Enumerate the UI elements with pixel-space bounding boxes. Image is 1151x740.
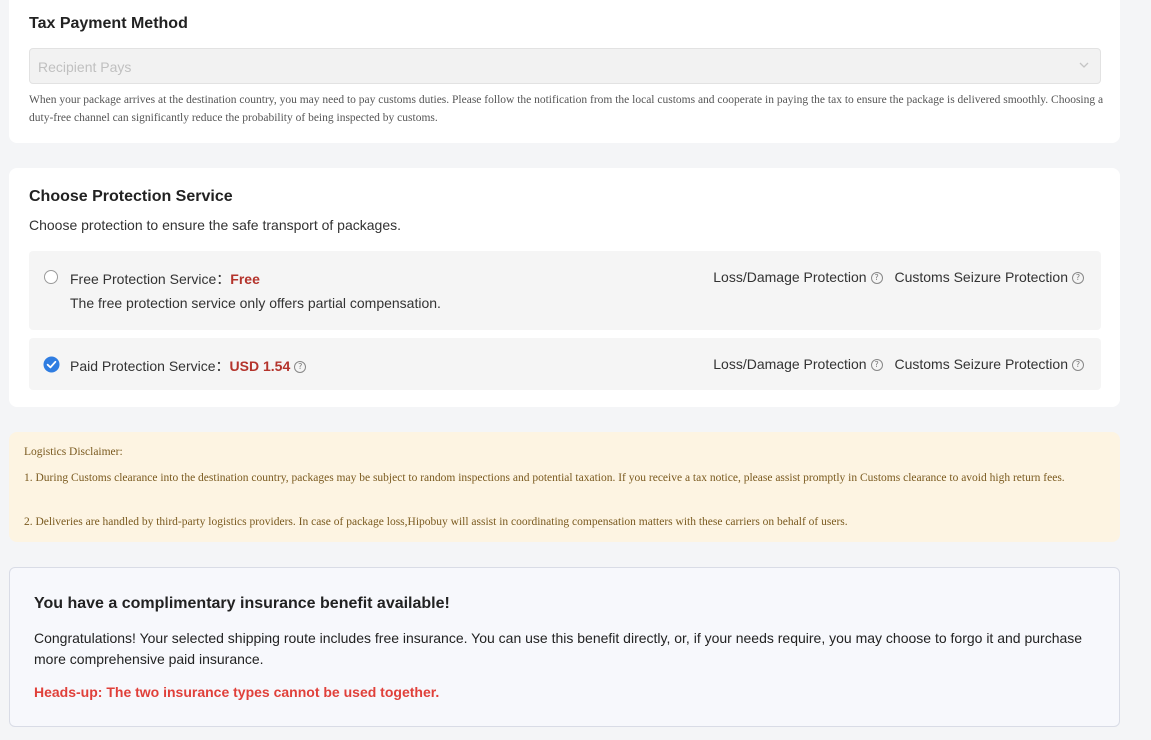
free-protection-radio[interactable]: [44, 270, 58, 284]
tax-payment-note: When your package arrives at the destina…: [29, 94, 1104, 124]
chevron-down-icon: [1079, 62, 1089, 68]
free-protection-description: The free protection service only offers …: [70, 295, 441, 311]
feature-customs-seizure-label: Customs Seizure Protection: [894, 356, 1068, 372]
free-protection-features: Loss/Damage Protection? Customs Seizure …: [713, 269, 1084, 285]
insurance-body: Congratulations! Your selected shipping …: [34, 630, 1083, 667]
feature-customs-seizure-label: Customs Seizure Protection: [894, 269, 1068, 285]
protection-title: Choose Protection Service: [29, 188, 233, 205]
insurance-benefit-notice: You have a complimentary insurance benef…: [9, 567, 1120, 727]
feature-customs-seizure: Customs Seizure Protection?: [894, 269, 1084, 285]
question-circle-icon[interactable]: ?: [1072, 272, 1084, 285]
feature-loss-damage: Loss/Damage Protection?: [713, 269, 883, 285]
feature-loss-damage-label: Loss/Damage Protection: [713, 356, 867, 372]
feature-loss-damage: Loss/Damage Protection?: [713, 356, 883, 372]
tax-payment-select[interactable]: Recipient Pays: [29, 48, 1101, 84]
feature-customs-seizure: Customs Seizure Protection?: [894, 356, 1084, 372]
protection-subtitle: Choose protection to ensure the safe tra…: [29, 217, 402, 233]
free-protection-label: Free Protection Service：Free: [70, 269, 260, 289]
logistics-disclaimer: Logistics Disclaimer: 1. During Customs …: [9, 432, 1120, 542]
insurance-title: You have a complimentary insurance benef…: [34, 595, 450, 612]
paid-protection-label-text: Paid Protection Service：: [70, 358, 230, 374]
disclaimer-line: 1. During Customs clearance into the des…: [24, 472, 1065, 484]
free-protection-price: Free: [230, 271, 260, 287]
paid-protection-price: USD 1.54: [229, 358, 291, 374]
paid-protection-label: Paid Protection Service：USD 1.54?: [70, 356, 307, 376]
paid-protection-features: Loss/Damage Protection? Customs Seizure …: [713, 356, 1084, 372]
disclaimer-title: Logistics Disclaimer:: [24, 446, 123, 458]
tax-payment-selected-value: Recipient Pays: [38, 59, 132, 75]
paid-protection-option[interactable]: Paid Protection Service：USD 1.54? Loss/D…: [29, 338, 1101, 390]
tax-payment-title: Tax Payment Method: [29, 15, 188, 32]
question-circle-icon[interactable]: ?: [870, 272, 883, 285]
question-circle-icon[interactable]: ?: [294, 361, 307, 374]
free-protection-label-text: Free Protection Service：: [70, 271, 231, 287]
protection-service-card: Choose Protection Service Choose protect…: [9, 168, 1120, 407]
check-circle-icon[interactable]: [43, 356, 60, 373]
question-circle-icon[interactable]: ?: [1072, 359, 1084, 372]
disclaimer-line: 2. Deliveries are handled by third-party…: [24, 516, 848, 528]
free-protection-option[interactable]: Free Protection Service：Free The free pr…: [29, 251, 1101, 330]
tax-payment-card: Tax Payment Method Recipient Pays When y…: [9, 0, 1120, 143]
question-circle-icon[interactable]: ?: [870, 359, 883, 372]
insurance-warning: Heads-up: The two insurance types cannot…: [34, 684, 440, 700]
feature-loss-damage-label: Loss/Damage Protection: [713, 269, 867, 285]
